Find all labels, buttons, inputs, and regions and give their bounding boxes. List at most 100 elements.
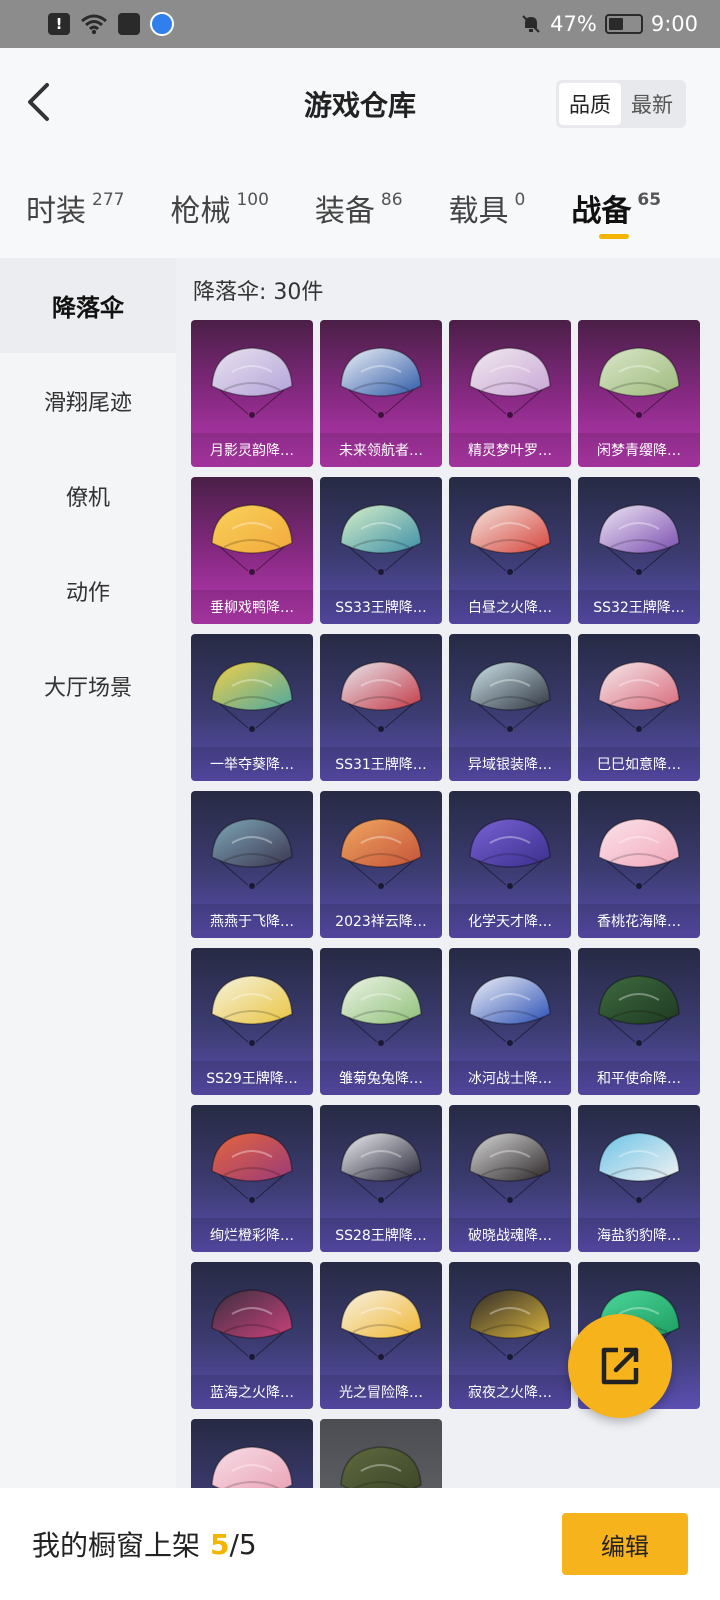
- parachute-item-name: 异域银装降…: [449, 747, 571, 781]
- parachute-item-card[interactable]: 化学天才降…: [449, 791, 571, 938]
- sidebar: 降落伞 滑翔尾迹 僚机 动作 大厅场景: [0, 258, 176, 1488]
- parachute-item-name: 绚烂橙彩降…: [191, 1218, 313, 1252]
- tab-count: 100: [236, 190, 269, 210]
- item-panel: 降落伞: 30件 月影灵韵降… 未来领航者… 精灵梦叶罗… 闲梦青缨降… 垂柳戏鸭降… S…: [176, 258, 720, 1488]
- parachute-icon: [340, 661, 422, 732]
- tab-tactical[interactable]: 战备 65: [571, 186, 661, 239]
- parachute-item-name: SS29王牌降…: [191, 1061, 313, 1095]
- sort-option-latest[interactable]: 最新: [621, 83, 683, 125]
- wifi-icon: [81, 14, 107, 35]
- tab-label: 战备: [571, 194, 632, 229]
- tab-label: 装备: [314, 194, 375, 229]
- parachute-icon: [211, 347, 293, 418]
- parachute-icon: [469, 1289, 551, 1360]
- share-icon: [601, 1347, 639, 1385]
- parachute-item-card[interactable]: 香桃花海降…: [578, 791, 700, 938]
- parachute-item-card[interactable]: 和平使命降…: [578, 948, 700, 1095]
- parachute-item-name: 未来领航者…: [320, 433, 442, 467]
- parachute-item-name: SS32王牌降…: [578, 590, 700, 624]
- parachute-item-card[interactable]: 闲梦青缨降…: [578, 320, 700, 467]
- parachute-icon: [598, 1132, 680, 1203]
- parachute-icon: [469, 1132, 551, 1203]
- tab-fashion[interactable]: 时装 277: [26, 186, 124, 230]
- bag-app-icon: [118, 13, 140, 35]
- sidebar-item-parachute[interactable]: 降落伞: [0, 258, 176, 353]
- sort-option-quality[interactable]: 品质: [559, 83, 621, 125]
- parachute-item-card[interactable]: 海盐豹豹降…: [578, 1105, 700, 1252]
- parachute-item-card[interactable]: 一举夺葵降…: [191, 634, 313, 781]
- parachute-item-card[interactable]: 破晓战魂降…: [449, 1105, 571, 1252]
- sidebar-item-lobby-scene[interactable]: 大厅场景: [0, 638, 176, 733]
- parachute-item-name: 香桃花海降…: [578, 904, 700, 938]
- parachute-icon: [598, 818, 680, 889]
- clock: 9:00: [650, 12, 698, 36]
- tab-count: 86: [380, 190, 403, 210]
- parachute-item-card[interactable]: SS28王牌降…: [320, 1105, 442, 1252]
- parachute-item-name: 海盐豹豹降…: [578, 1218, 700, 1252]
- parachute-item-card[interactable]: SS31王牌降…: [320, 634, 442, 781]
- tab-count: 0: [514, 190, 526, 210]
- tab-vehicles[interactable]: 载具 0: [449, 186, 526, 230]
- share-button[interactable]: [568, 1314, 672, 1418]
- parachute-item-card[interactable]: 燕燕于飞降…: [191, 791, 313, 938]
- tab-equipment[interactable]: 装备 86: [315, 186, 403, 230]
- parachute-item-name: 白昼之火降…: [449, 590, 571, 624]
- parachute-item-card[interactable]: 垂柳戏鸭降…: [191, 477, 313, 624]
- parachute-item-name: 巳巳如意降…: [578, 747, 700, 781]
- parachute-icon: [211, 818, 293, 889]
- edit-button[interactable]: 编辑: [562, 1513, 688, 1575]
- parachute-icon: [598, 504, 680, 575]
- parachute-item-card[interactable]: SS32王牌降…: [578, 477, 700, 624]
- header: 游戏仓库 品质 最新: [0, 48, 720, 158]
- parachute-item-card[interactable]: 巳巳如意降…: [578, 634, 700, 781]
- parachute-item-card[interactable]: 绚烂橙彩降…: [191, 1105, 313, 1252]
- parachute-item-name: 冰河战士降…: [449, 1061, 571, 1095]
- tab-label: 枪械: [170, 194, 231, 229]
- parachute-item-name: 燕燕于飞降…: [191, 904, 313, 938]
- parachute-icon: [340, 818, 422, 889]
- parachute-item-card[interactable]: SS29王牌降…: [191, 948, 313, 1095]
- sidebar-item-wingman[interactable]: 僚机: [0, 448, 176, 543]
- parachute-item-card[interactable]: 月影灵韵降…: [191, 320, 313, 467]
- parachute-item-name: SS28王牌降…: [320, 1218, 442, 1252]
- parachute-icon: [469, 661, 551, 732]
- parachute-item-card[interactable]: 2023祥云降…: [320, 791, 442, 938]
- tab-guns[interactable]: 枪械 100: [170, 186, 268, 230]
- parachute-item-name: 破晓战魂降…: [449, 1218, 571, 1252]
- parachute-item-card[interactable]: 光之冒险降…: [320, 1262, 442, 1409]
- tab-active-indicator: [599, 234, 630, 239]
- battery-percent: 47%: [550, 12, 597, 36]
- parachute-item-card[interactable]: 白昼之火降…: [449, 477, 571, 624]
- parachute-item-card[interactable]: 寂夜之火降…: [449, 1262, 571, 1409]
- parachute-item-card[interactable]: 异域银装降…: [449, 634, 571, 781]
- parachute-item-card[interactable]: [191, 1419, 313, 1488]
- showcase-bar: 我的橱窗上架 5 /5 编辑: [0, 1488, 720, 1600]
- parachute-item-card[interactable]: 雏菊兔兔降…: [320, 948, 442, 1095]
- parachute-item-name: 垂柳戏鸭降…: [191, 590, 313, 624]
- parachute-icon: [211, 1446, 293, 1488]
- sidebar-item-emote[interactable]: 动作: [0, 543, 176, 638]
- parachute-icon: [340, 1132, 422, 1203]
- parachute-item-card[interactable]: 冰河战士降…: [449, 948, 571, 1095]
- parachute-item-card[interactable]: 蓝海之火降…: [191, 1262, 313, 1409]
- parachute-item-name: 和平使命降…: [578, 1061, 700, 1095]
- parachute-item-card[interactable]: SS33王牌降…: [320, 477, 442, 624]
- parachute-item-name: 月影灵韵降…: [191, 433, 313, 467]
- parachute-icon: [469, 975, 551, 1046]
- parachute-icon: [340, 504, 422, 575]
- sidebar-item-glide-trail[interactable]: 滑翔尾迹: [0, 353, 176, 448]
- showcase-total: /5: [229, 1527, 257, 1561]
- parachute-icon: [340, 1289, 422, 1360]
- parachute-icon: [211, 1289, 293, 1360]
- parachute-icon: [598, 347, 680, 418]
- parachute-icon: [340, 347, 422, 418]
- parachute-item-name: 闲梦青缨降…: [578, 433, 700, 467]
- parachute-item-name: 化学天才降…: [449, 904, 571, 938]
- parachute-item-card[interactable]: 精灵梦叶罗…: [449, 320, 571, 467]
- item-grid: 月影灵韵降… 未来领航者… 精灵梦叶罗… 闲梦青缨降… 垂柳戏鸭降… SS33王牌降… 白昼…: [191, 320, 700, 1488]
- parachute-item-card[interactable]: [320, 1419, 442, 1488]
- parachute-item-name: SS31王牌降…: [320, 747, 442, 781]
- showcase-label: 我的橱窗上架: [32, 1529, 201, 1562]
- parachute-item-card[interactable]: 未来领航者…: [320, 320, 442, 467]
- tab-label: 时装: [26, 194, 86, 229]
